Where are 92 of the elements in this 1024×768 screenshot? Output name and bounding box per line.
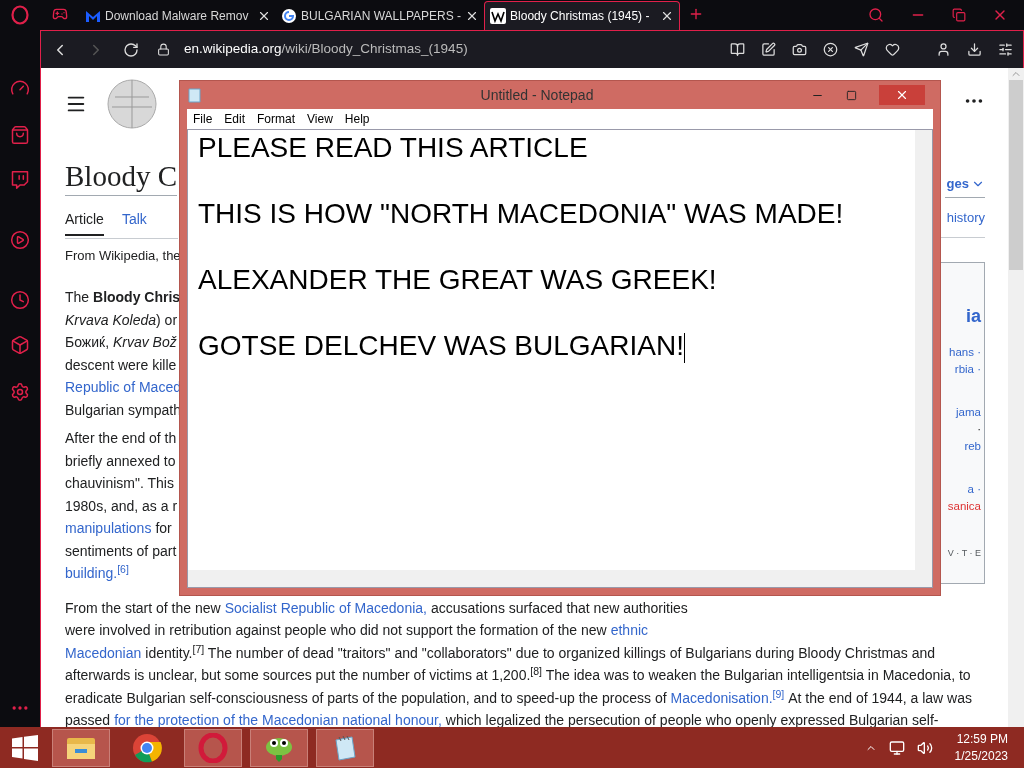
vertical-scrollbar[interactable] [915, 130, 932, 570]
article-text: afterwards is unclear, but some sources put the number of victims at 1,200.$^{[8]}$ The idea was to weaken the Bulgarian intelligentsia in Macedonia, to [65, 665, 971, 686]
article-text: After the end of th [65, 429, 177, 449]
send-icon[interactable] [854, 42, 869, 57]
infobox-link[interactable]: a · [967, 481, 981, 498]
address-field[interactable]: en.wikipedia.org/wiki/Bloody_Christmas_(1945) [157, 39, 712, 60]
edit-icon[interactable] [761, 42, 776, 57]
article-text: 1980s, and, as a r [65, 496, 178, 516]
menu-item[interactable]: View [307, 110, 333, 128]
cube-icon[interactable] [10, 335, 30, 355]
play-icon[interactable] [10, 230, 30, 250]
article-link[interactable]: building.$^{[6]}$ [65, 563, 129, 585]
history-link[interactable]: history [946, 207, 985, 228]
infobox-title[interactable]: ia [966, 303, 981, 330]
browser-tab[interactable]: Download Malware Remov [80, 1, 276, 30]
taskbar-app[interactable] [52, 728, 110, 767]
twitch-icon[interactable] [10, 170, 30, 190]
browser-tab[interactable]: BULGARIAN WALLPAPERS - [276, 1, 485, 30]
tab-title: Bloody Christmas (1945) - [510, 8, 651, 25]
heart-icon[interactable] [885, 42, 900, 57]
infobox-link[interactable]: sanica [947, 498, 981, 515]
restore-icon[interactable] [952, 8, 966, 22]
block-icon[interactable] [823, 42, 838, 57]
article-text: sentiments of part [65, 541, 177, 561]
infobox-link[interactable]: hans · [949, 344, 981, 361]
network-icon[interactable] [888, 739, 905, 756]
menu-item[interactable]: Edit [224, 110, 246, 128]
article-text: From Wikipedia, the [65, 246, 181, 265]
article-text: The Bloody Chris [65, 288, 181, 308]
opera-logo-icon[interactable] [10, 5, 30, 25]
article-text: descent were kille [65, 355, 177, 375]
gamepad-icon[interactable] [52, 6, 68, 22]
opera-logo-icon [198, 732, 228, 763]
article-text: eradicate Bulgarian self-consciousness of parts of the population, and to speed-up the process of [65, 688, 667, 708]
article-text: Божиќ, Krvav Bož [65, 333, 177, 353]
taskbar-app[interactable] [316, 728, 374, 767]
infobox-link[interactable]: reb [964, 438, 981, 455]
languages-label[interactable]: ges [946, 173, 969, 194]
scrollbar[interactable] [1008, 68, 1024, 727]
menu-item[interactable]: Format [257, 110, 296, 128]
shopping-bag-icon[interactable] [10, 125, 30, 145]
browser-tab[interactable]: Bloody Christmas (1945) - [484, 1, 681, 30]
reader-icon[interactable] [730, 42, 745, 57]
account-icon[interactable] [936, 42, 951, 57]
maximize-icon[interactable] [846, 89, 857, 101]
page-tab[interactable]: Talk [121, 206, 147, 236]
camera-icon[interactable] [792, 42, 807, 57]
article-text: Krvava Koleda) or [65, 310, 178, 330]
article-text: At the end of 1944, a law was [788, 688, 972, 708]
article-link[interactable]: Socialist Republic of Macedonia, [224, 597, 427, 619]
download-icon[interactable] [967, 42, 982, 57]
volume-icon[interactable] [916, 739, 933, 756]
g-logo-icon [281, 7, 297, 24]
article-link[interactable]: Macedonian [65, 642, 142, 664]
infobox-link[interactable]: jama [956, 404, 981, 421]
speedometer-icon[interactable] [10, 78, 30, 98]
notepad-icon [187, 87, 203, 103]
horizontal-scrollbar[interactable] [188, 570, 932, 587]
article-text: From the start of the new [65, 598, 221, 618]
chrome-logo-icon [132, 732, 162, 763]
navbox-links[interactable]: V · T · E [947, 547, 981, 564]
page-tab[interactable]: Article [65, 206, 104, 236]
article-text: which legalized the persecution of people who openly expressed Bulgarian self- [445, 711, 939, 731]
clock-icon[interactable] [10, 290, 30, 310]
article-text: identity.$^{[7]}$ The number of dead "traitors" and "collaborators" due to organized killings of Bulgarians during Bloody Christmas and [145, 642, 936, 663]
menu-item[interactable]: File [193, 110, 213, 128]
article-text: briefly annexed to [65, 451, 176, 471]
clock-time[interactable]: 12:59 PM [956, 730, 1008, 748]
article-link[interactable]: manipulations [65, 518, 152, 540]
tab-title: Download Malware Remov [105, 7, 250, 25]
article-text: were involved in retribution against people who did not support the formation of the new [65, 621, 607, 641]
windows-logo-icon[interactable] [12, 734, 38, 761]
article-link[interactable]: ethnic [610, 620, 649, 642]
clock-date[interactable]: 1/25/2023 [954, 747, 1008, 765]
article-text: chauvinism". This [65, 474, 174, 494]
w-logo-icon [490, 8, 507, 24]
article-link[interactable]: for the protection of the Macedonian national honour, [114, 710, 442, 732]
reload-icon[interactable] [123, 41, 139, 58]
window-title: Untitled - Notepad [479, 85, 595, 105]
article-link[interactable]: Macedonisation.$^{[9]}$ [670, 687, 785, 709]
page-title: Bloody C [65, 156, 177, 196]
lock-icon [157, 43, 170, 56]
infobox-link[interactable]: rbia · [954, 361, 981, 378]
article-text: for [155, 519, 172, 539]
article-text: Bulgarian sympath [65, 400, 181, 420]
tab-title: BULGARIAN WALLPAPERS - [301, 7, 462, 25]
article-text: passed [65, 711, 111, 731]
menu-item[interactable]: Help [344, 110, 370, 128]
taskbar-app[interactable] [250, 728, 308, 767]
search-icon[interactable] [868, 7, 884, 23]
article-text: accusations surfaced that new authorities [430, 598, 688, 618]
settings-icon[interactable] [998, 42, 1013, 57]
